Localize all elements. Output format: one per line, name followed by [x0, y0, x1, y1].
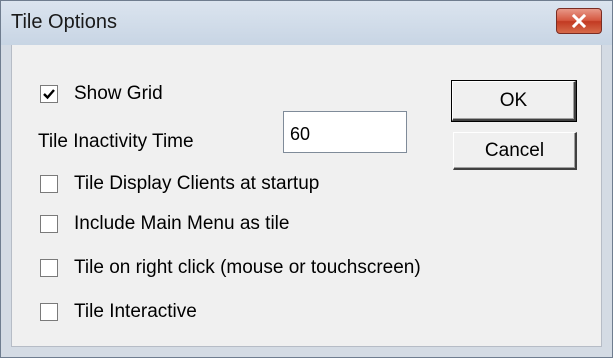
tile-on-right-click-checkbox[interactable] — [40, 259, 58, 277]
tile-interactive-checkbox[interactable] — [40, 303, 58, 321]
tile-display-clients-label: Tile Display Clients at startup — [74, 173, 320, 194]
tile-inactivity-time-label: Tile Inactivity Time — [38, 131, 194, 152]
tile-inactivity-time-input[interactable] — [283, 111, 407, 153]
tile-on-right-click-label: Tile on right click (mouse or touchscree… — [74, 257, 421, 278]
close-icon — [571, 14, 587, 28]
checkmark-icon — [43, 89, 55, 100]
tile-options-dialog: Tile Options Show Grid Tile Inactivity T… — [0, 0, 613, 358]
title-bar[interactable]: Tile Options — [1, 1, 612, 45]
tile-display-clients-checkbox[interactable] — [40, 175, 58, 193]
include-main-menu-label: Include Main Menu as tile — [74, 213, 290, 234]
dialog-title: Tile Options — [11, 11, 117, 33]
close-button[interactable] — [556, 8, 602, 34]
show-grid-checkbox[interactable] — [40, 85, 58, 103]
cancel-button[interactable]: Cancel — [453, 132, 577, 170]
ok-button[interactable]: OK — [451, 80, 577, 122]
tile-interactive-option[interactable]: Tile Interactive — [40, 301, 197, 323]
include-main-menu-option[interactable]: Include Main Menu as tile — [40, 213, 289, 235]
tile-interactive-label: Tile Interactive — [74, 301, 197, 322]
tile-on-right-click-option[interactable]: Tile on right click (mouse or touchscree… — [40, 257, 421, 279]
dialog-client-area: Show Grid Tile Inactivity Time Tile Disp… — [11, 45, 602, 347]
show-grid-option[interactable]: Show Grid — [40, 83, 163, 105]
include-main-menu-checkbox[interactable] — [40, 215, 58, 233]
show-grid-label: Show Grid — [74, 83, 163, 104]
tile-display-clients-option[interactable]: Tile Display Clients at startup — [40, 173, 319, 195]
